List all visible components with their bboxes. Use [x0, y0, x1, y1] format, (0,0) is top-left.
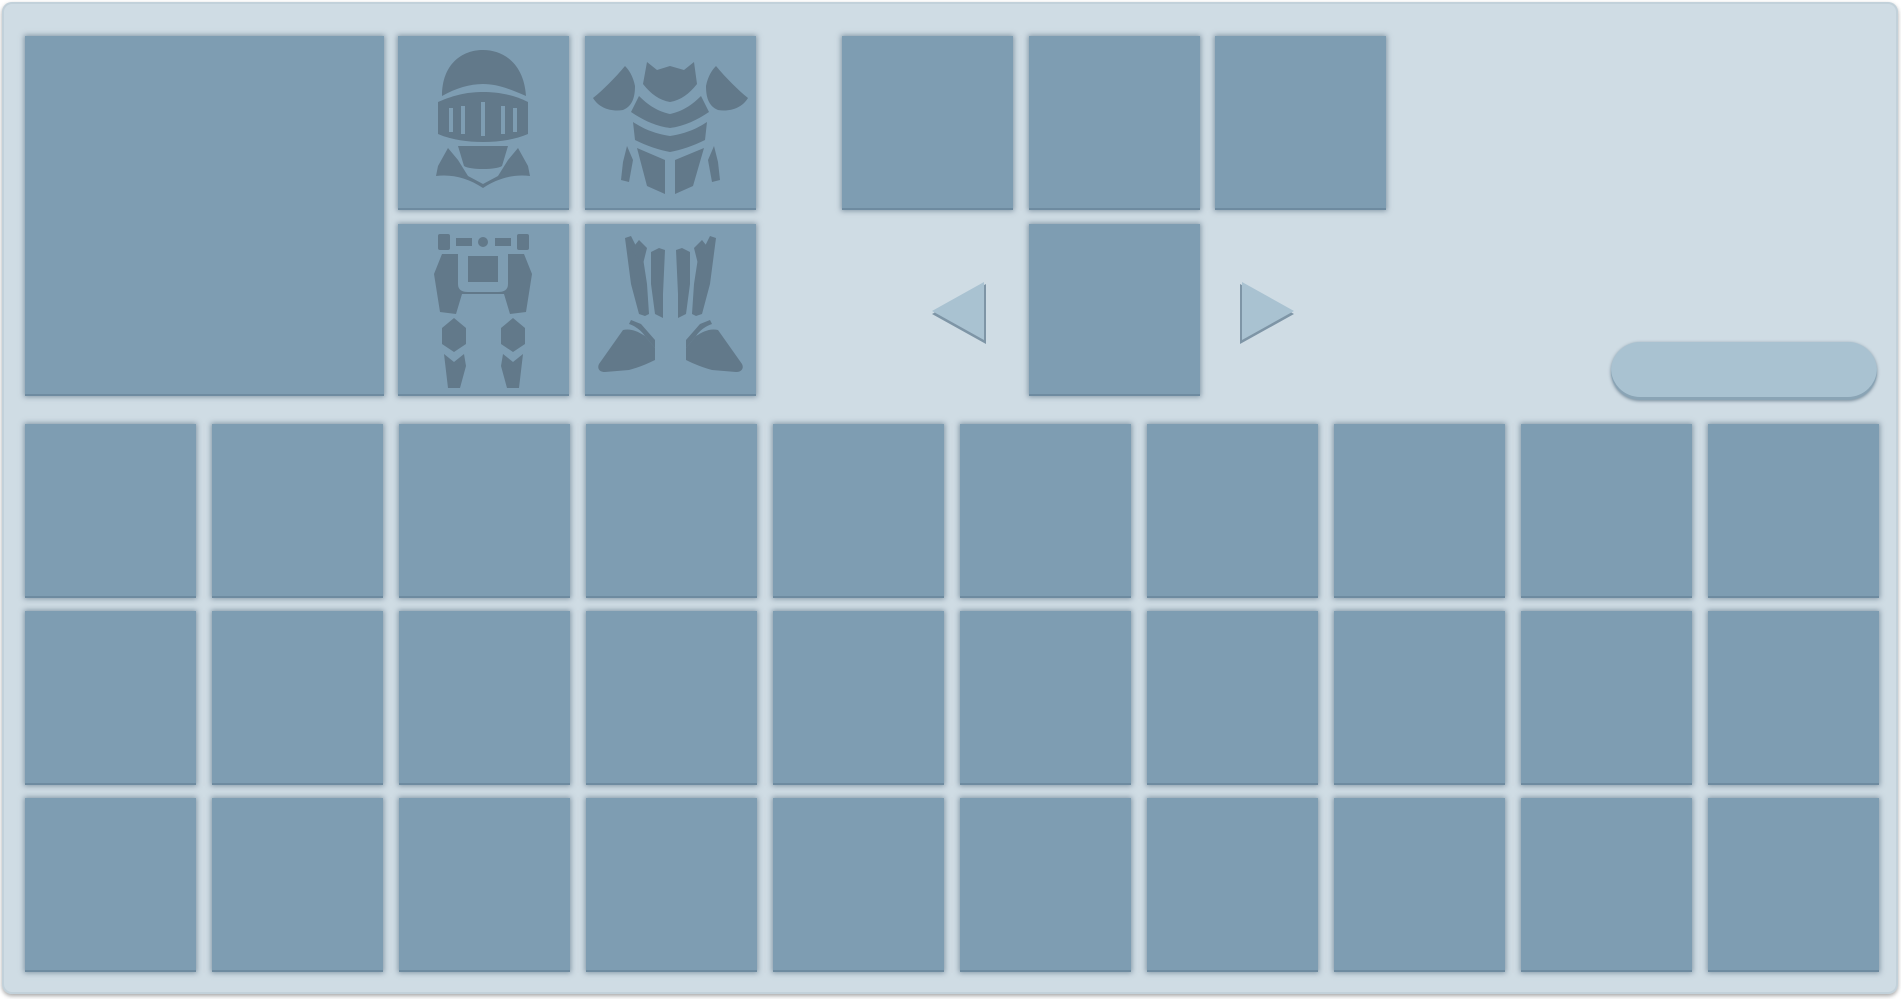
- inventory-slot[interactable]: [586, 611, 757, 785]
- inventory-slot[interactable]: [399, 798, 570, 972]
- leggings-icon: [434, 234, 532, 388]
- inventory-slot[interactable]: [1334, 611, 1505, 785]
- inventory-slot[interactable]: [1708, 798, 1879, 972]
- inventory-slot[interactable]: [960, 798, 1131, 972]
- extra-slot-1[interactable]: [842, 36, 1013, 210]
- rename-field[interactable]: [1611, 342, 1877, 400]
- helmet-icon: [436, 50, 530, 188]
- inventory-slot[interactable]: [586, 424, 757, 598]
- extra-slot-3[interactable]: [1215, 36, 1386, 210]
- inventory-slot[interactable]: [399, 611, 570, 785]
- inventory-slot[interactable]: [25, 798, 196, 972]
- inventory-slot[interactable]: [1521, 798, 1692, 972]
- inventory-slot[interactable]: [1708, 424, 1879, 598]
- arrow-left-icon[interactable]: [930, 280, 988, 344]
- inventory-slot[interactable]: [960, 611, 1131, 785]
- inventory-slot[interactable]: [1147, 611, 1318, 785]
- chestplate-slot[interactable]: [585, 36, 756, 210]
- inventory-slot[interactable]: [773, 798, 944, 972]
- inventory-slot[interactable]: [960, 424, 1131, 598]
- inventory-slot[interactable]: [25, 424, 196, 598]
- inventory-slot[interactable]: [1521, 424, 1692, 598]
- inventory-slot[interactable]: [1521, 611, 1692, 785]
- inventory-slot[interactable]: [1334, 798, 1505, 972]
- helmet-slot[interactable]: [398, 36, 569, 210]
- inventory-slot[interactable]: [1147, 798, 1318, 972]
- inventory-slot[interactable]: [586, 798, 757, 972]
- inventory-slot[interactable]: [1334, 424, 1505, 598]
- boots-icon: [598, 236, 743, 372]
- inventory-slot[interactable]: [1708, 611, 1879, 785]
- inventory-slot[interactable]: [212, 798, 383, 972]
- inventory-slot[interactable]: [773, 424, 944, 598]
- chestplate-icon: [593, 62, 748, 194]
- inventory-panel: [2, 2, 1898, 994]
- arrow-right-icon[interactable]: [1238, 280, 1296, 344]
- leggings-slot[interactable]: [398, 224, 569, 396]
- inventory-slot[interactable]: [1147, 424, 1318, 598]
- inventory-slot[interactable]: [212, 424, 383, 598]
- boots-slot[interactable]: [585, 224, 756, 396]
- inventory-slot[interactable]: [399, 424, 570, 598]
- extra-slot-2[interactable]: [1029, 36, 1200, 210]
- selector-slot[interactable]: [1029, 224, 1200, 396]
- inventory-slot[interactable]: [773, 611, 944, 785]
- inventory-slot[interactable]: [212, 611, 383, 785]
- character-preview: [25, 36, 384, 396]
- inventory-slot[interactable]: [25, 611, 196, 785]
